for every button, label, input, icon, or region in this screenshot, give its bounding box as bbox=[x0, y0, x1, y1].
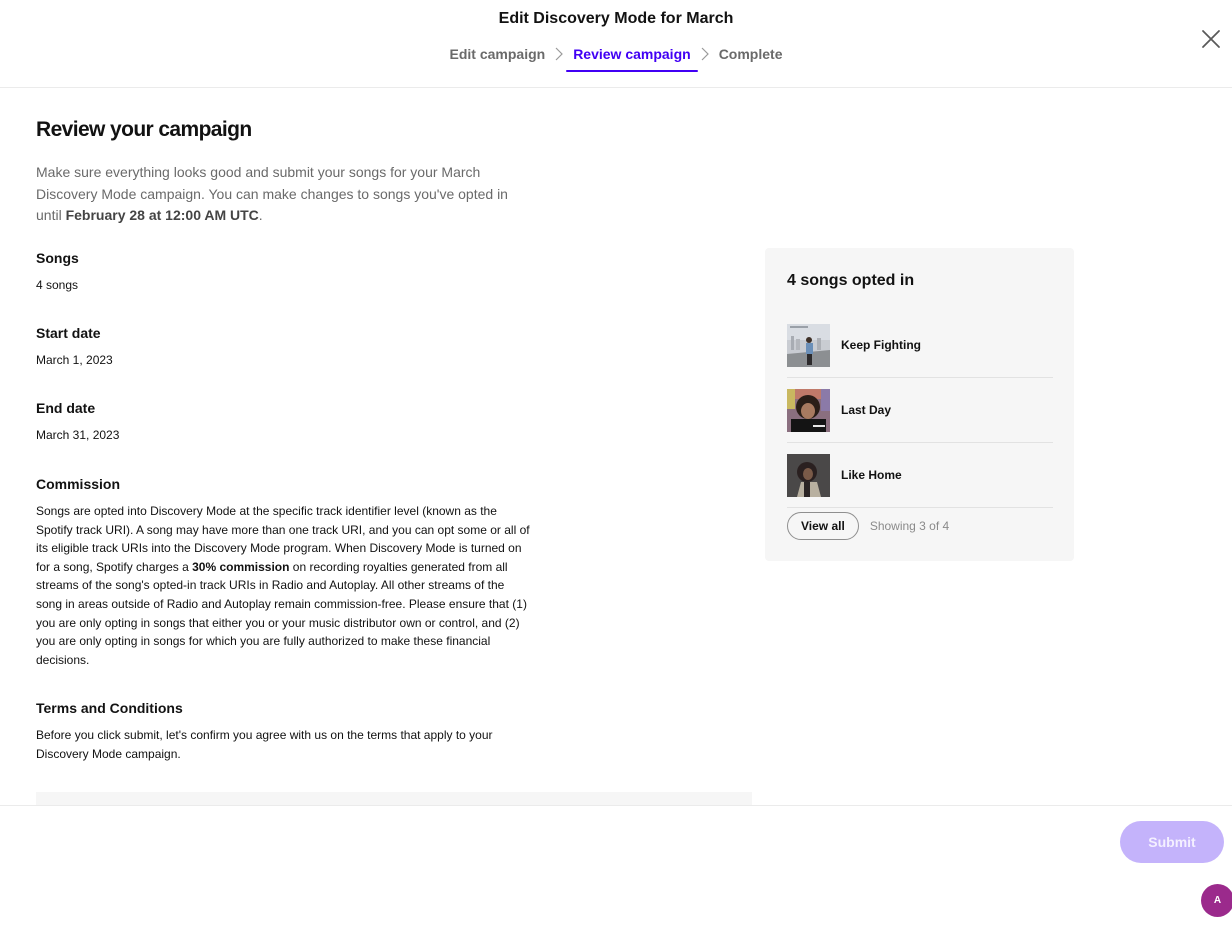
modal-footer: Submit A bbox=[0, 805, 1232, 935]
start-date-value: March 1, 2023 bbox=[36, 353, 113, 367]
submit-button[interactable]: Submit bbox=[1120, 821, 1224, 863]
page-title: Review your campaign bbox=[36, 118, 252, 141]
card-title: 4 songs opted in bbox=[787, 272, 915, 289]
terms-label: Terms and Conditions bbox=[36, 700, 183, 716]
song-name: Last Day bbox=[841, 403, 892, 417]
album-art-like-home bbox=[787, 453, 830, 497]
terms-agreement-box bbox=[36, 792, 752, 806]
song-name: Keep Fighting bbox=[841, 338, 921, 352]
songs-label: Songs bbox=[36, 250, 79, 266]
commission-text: Songs are opted into Discovery Mode at t… bbox=[36, 502, 532, 669]
commission-rate: 30% commission bbox=[192, 559, 290, 574]
opted-in-songs-card: 4 songs opted in Keep Fighting Last Day … bbox=[765, 248, 1074, 561]
end-date-value: March 31, 2023 bbox=[36, 428, 120, 442]
modal-header: Edit Discovery Mode for March Edit campa… bbox=[0, 0, 1232, 88]
commission-suffix: on recording royalties generated from al… bbox=[36, 559, 527, 667]
song-item[interactable]: Last Day bbox=[787, 378, 1053, 443]
chevron-right-icon bbox=[552, 44, 566, 64]
start-date-label: Start date bbox=[36, 325, 101, 341]
song-item[interactable]: Keep Fighting bbox=[787, 313, 1053, 378]
terms-text: Before you click submit, let's confirm y… bbox=[36, 728, 493, 761]
view-all-button[interactable]: View all bbox=[787, 512, 859, 540]
song-name: Like Home bbox=[841, 468, 902, 482]
chevron-right-icon bbox=[698, 44, 712, 64]
intro-suffix: . bbox=[258, 207, 263, 223]
modal-title: Edit Discovery Mode for March bbox=[498, 10, 734, 27]
end-date-label: End date bbox=[36, 400, 96, 416]
showing-count: Showing 3 of 4 bbox=[869, 519, 950, 533]
song-list: Keep Fighting Last Day Like Home bbox=[787, 313, 1053, 508]
deadline: February 28 at 12:00 AM UTC bbox=[65, 207, 259, 223]
intro-text: Make sure everything looks good and subm… bbox=[36, 162, 526, 227]
songs-value: 4 songs bbox=[36, 278, 79, 292]
step-review-campaign[interactable]: Review campaign bbox=[566, 44, 698, 72]
commission-label: Commission bbox=[36, 476, 121, 492]
step-complete[interactable]: Complete bbox=[712, 44, 790, 72]
song-item[interactable]: Like Home bbox=[787, 443, 1053, 508]
avatar[interactable]: A bbox=[1201, 884, 1232, 917]
close-icon bbox=[1202, 30, 1220, 48]
stepper: Edit campaign Review campaign Complete bbox=[0, 44, 1232, 72]
card-footer: View all Showing 3 of 4 bbox=[787, 512, 949, 540]
step-edit-campaign[interactable]: Edit campaign bbox=[443, 44, 553, 72]
album-art-last-day bbox=[787, 388, 830, 432]
close-button[interactable] bbox=[1198, 26, 1224, 52]
album-art-keep-fighting bbox=[787, 323, 830, 367]
